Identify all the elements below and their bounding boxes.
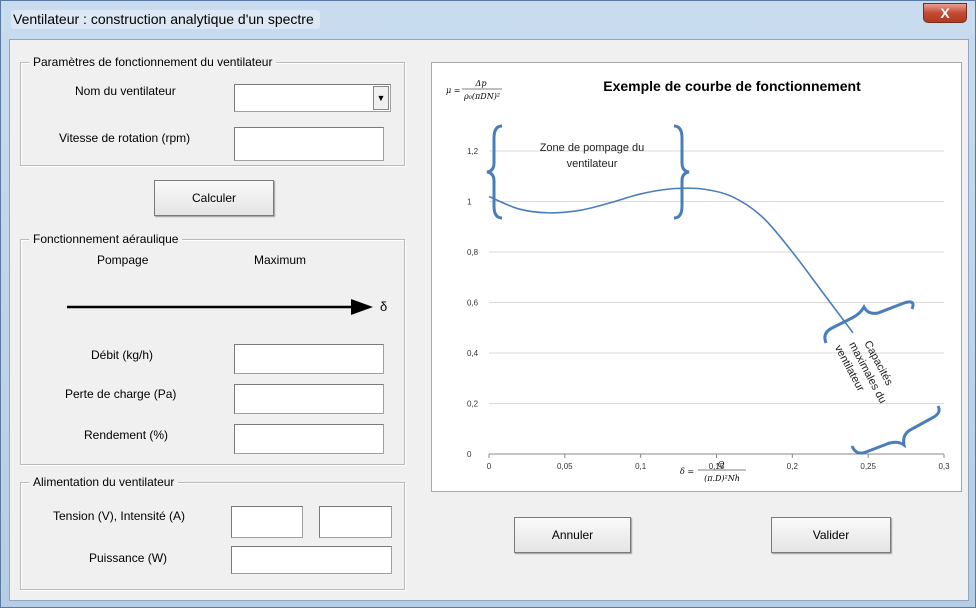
debit-label: Débit (kg/h)	[91, 348, 154, 362]
dialog-client: Paramètres de fonctionnement du ventilat…	[9, 39, 969, 601]
puissance-label: Puissance (W)	[89, 551, 168, 565]
x-tick-label: 0,2	[787, 462, 799, 471]
y-axis-formula: μ = Δp ρ₀(πDN)²	[446, 79, 502, 101]
y-tick-label: 0	[467, 450, 472, 459]
aero-legend: Fonctionnement aéraulique	[29, 232, 183, 246]
rendement-output[interactable]	[234, 424, 384, 454]
y-tick-label: 1	[467, 198, 472, 207]
x-tick-label: 0,05	[557, 462, 573, 471]
svg-text:ρ₀(πDN)²: ρ₀(πDN)²	[463, 92, 500, 101]
maximum-label: Maximum	[254, 253, 307, 267]
y-tick-label: 0,4	[467, 349, 479, 358]
delta-symbol: δ	[380, 299, 388, 314]
tension-label: Tension (V), Intensité (A)	[53, 509, 186, 523]
y-tick-label: 1,2	[467, 147, 479, 156]
aero-frame: Fonctionnement aéraulique Pompage Maximu…	[20, 232, 405, 465]
y-tick-label: 0,2	[467, 400, 479, 409]
alim-legend: Alimentation du ventilateur	[29, 475, 179, 489]
y-tick-label: 0,8	[467, 248, 479, 257]
fan-name-label: Nom du ventilateur	[75, 84, 176, 98]
app-window: Ventilateur : construction analytique d'…	[0, 0, 976, 608]
upper-brace-icon	[823, 300, 915, 344]
debit-output[interactable]	[234, 344, 384, 374]
perte-charge-output[interactable]	[234, 384, 384, 414]
y-tick-label: 0,6	[467, 299, 479, 308]
perte-charge-label: Perte de charge (Pa)	[65, 387, 177, 401]
pompage-annotation-line1: Zone de pompage du	[540, 142, 645, 154]
puissance-output[interactable]	[231, 546, 392, 574]
svg-text:μ =: μ =	[446, 86, 460, 95]
params-legend: Paramètres de fonctionnement du ventilat…	[29, 55, 277, 69]
dropdown-arrow-icon[interactable]: ▼	[373, 86, 389, 110]
chart-title: Exemple de courbe de fonctionnement	[603, 78, 861, 94]
svg-text:δ =: δ =	[680, 467, 694, 476]
capacites-annotation: Capacités maximales du ventilateur	[832, 339, 895, 406]
close-button[interactable]: X	[923, 3, 967, 23]
svg-text:Δp: Δp	[475, 79, 487, 88]
window-title: Ventilateur : construction analytique d'…	[11, 10, 320, 29]
fan-name-combo[interactable]: ▼	[234, 84, 391, 112]
speed-input[interactable]	[234, 127, 384, 161]
speed-label: Vitesse de rotation (rpm)	[59, 131, 191, 145]
rendement-label: Rendement (%)	[84, 428, 169, 442]
series-line	[488, 187, 854, 334]
pompage-annotation-line2: ventilateur	[567, 158, 618, 170]
x-tick-label: 0	[487, 462, 492, 471]
intensite-input[interactable]	[319, 506, 392, 538]
calculate-button[interactable]: Calculer	[154, 180, 274, 216]
x-tick-label: 0,15	[709, 462, 725, 471]
left-brace-icon	[486, 124, 503, 220]
x-tick-label: 0,3	[938, 462, 950, 471]
x-tick-label: 0,1	[635, 462, 647, 471]
alim-frame: Alimentation du ventilateur Tension (V),…	[20, 475, 405, 590]
chart-svg: Exemple de courbe de fonctionnement μ = …	[446, 78, 950, 483]
delta-arrow-icon	[67, 299, 373, 315]
right-brace-icon	[673, 124, 690, 220]
params-frame: Paramètres de fonctionnement du ventilat…	[20, 55, 405, 166]
x-tick-label: 0,25	[860, 462, 876, 471]
lower-brace-icon	[850, 405, 941, 455]
operating-curve-chart: Exemple de courbe de fonctionnement μ = …	[431, 62, 962, 492]
svg-text:(π.D)²Nh: (π.D)²Nh	[704, 474, 740, 483]
cancel-button[interactable]: Annuler	[514, 517, 631, 553]
validate-button[interactable]: Valider	[771, 517, 891, 553]
tension-input[interactable]	[231, 506, 303, 538]
pompage-label: Pompage	[97, 253, 149, 267]
title-bar[interactable]: Ventilateur : construction analytique d'…	[1, 1, 975, 35]
